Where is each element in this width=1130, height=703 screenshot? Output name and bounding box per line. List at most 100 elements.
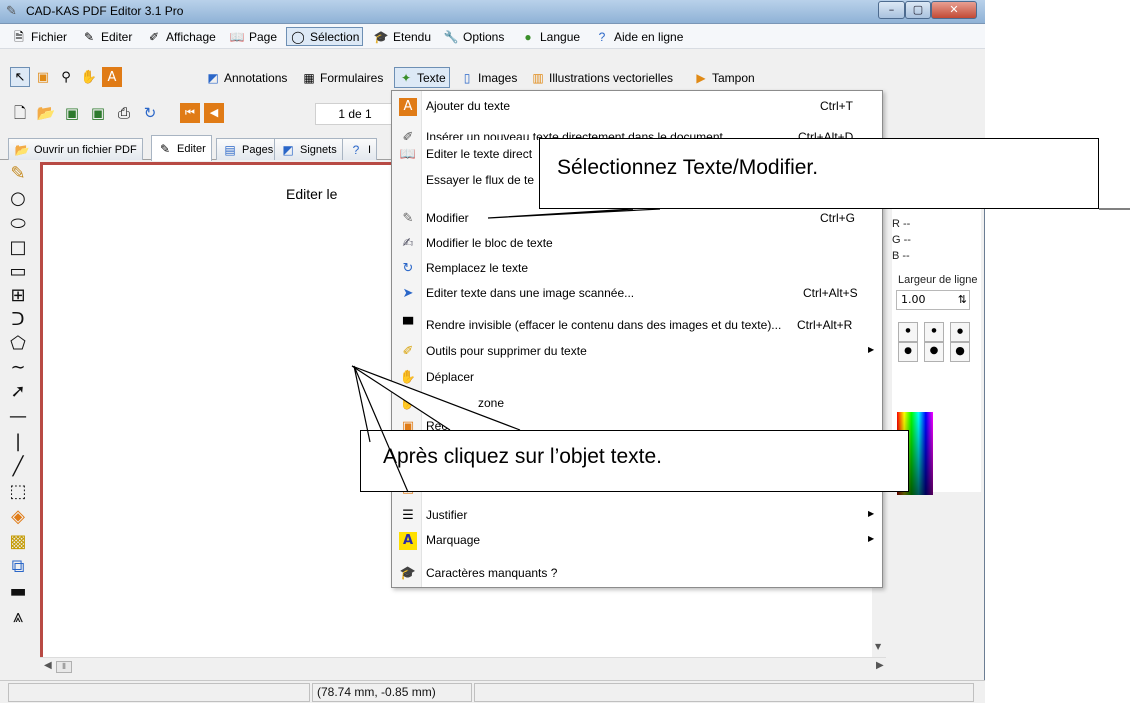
peak-tool[interactable]: ⩓	[6, 605, 30, 629]
maximize-button[interactable]: ▢	[905, 1, 931, 19]
close-button[interactable]: ✕	[931, 1, 977, 19]
frame-tool-button[interactable]: ▣	[33, 67, 53, 87]
tab-pages[interactable]: ▤ Pages	[216, 138, 280, 160]
zoom-tool-button[interactable]: ⚲	[56, 67, 76, 87]
dashed-select-icon: ⬚	[9, 481, 27, 502]
menu-item-zone[interactable]: ✋ zone	[392, 392, 882, 416]
text-tool-button[interactable]: A	[102, 67, 122, 87]
freeform-icon: ᑐ	[11, 309, 25, 330]
circle-tool[interactable]: ○	[6, 187, 30, 211]
refresh-button[interactable]: ↻	[140, 103, 160, 123]
menu-item-marquage[interactable]: A Marquage ▶	[392, 529, 882, 553]
category-formulaires[interactable]: ▦ Formulaires	[298, 67, 386, 88]
ellipse-icon: ⬭	[10, 213, 26, 234]
category-label: Texte	[417, 70, 446, 85]
eye-icon: ✐	[148, 29, 160, 44]
hat-icon: 🎓	[399, 566, 417, 581]
save-as-button[interactable]: ▣	[88, 103, 108, 123]
open-file-button[interactable]: 📂	[36, 103, 56, 123]
hand-icon: ✋	[80, 70, 98, 85]
tab-ouvrir[interactable]: 📂 Ouvrir un fichier PDF	[8, 138, 143, 160]
arrow-tool[interactable]: ➚	[6, 380, 30, 404]
menu-affichage[interactable]: ✐ Affichage	[143, 27, 219, 46]
square-icon: □	[9, 237, 27, 258]
menu-aide[interactable]: ? Aide en ligne	[591, 27, 686, 46]
minimize-button[interactable]: –	[878, 1, 905, 19]
menu-langue[interactable]: ● Langue	[517, 27, 583, 46]
fill-bucket-icon: ◈	[11, 506, 25, 527]
menu-item-remplacez[interactable]: ↻ Remplacez le texte	[392, 257, 882, 281]
ellipse-tool[interactable]: ⬭	[6, 212, 30, 236]
menu-editer[interactable]: ✎ Editer	[78, 27, 135, 46]
category-tampon[interactable]: ▶ Tampon	[690, 67, 758, 88]
crop-tool[interactable]: ⧉	[6, 555, 30, 579]
menu-fichier[interactable]: 🗎 Fichier	[8, 27, 70, 46]
bookmark-icon: ◩	[282, 142, 294, 157]
square-tool[interactable]: □	[6, 236, 30, 260]
table-tool[interactable]: ⊞	[6, 284, 30, 308]
menu-bar: 🗎 Fichier ✎ Editer ✐ Affichage 📖 Page ◯ Sélec…	[0, 24, 985, 49]
menu-item-ajouter-texte[interactable]: A Ajouter du texte Ctrl+T	[392, 95, 882, 119]
tab-signets[interactable]: ◩ Signets	[274, 138, 343, 160]
rectangle-tool[interactable]: ▭	[6, 260, 30, 284]
dot-small-1[interactable]: ●	[898, 322, 918, 342]
previous-page-button[interactable]: ◀	[204, 103, 224, 123]
new-file-button[interactable]: 🗋	[10, 103, 30, 123]
menu-item-caracteres-manquants[interactable]: 🎓 Caractères manquants ?	[392, 562, 882, 586]
dot-large-1[interactable]: ●	[898, 342, 918, 362]
callout-select-modifier: Sélectionnez Texte/Modifier.	[539, 138, 1099, 209]
dot-large-2[interactable]: ●	[924, 342, 944, 362]
menu-item-deplacer[interactable]: ✋ Déplacer	[392, 366, 882, 390]
tab-info[interactable]: ? I	[342, 138, 378, 160]
vertical-line-tool[interactable]: |	[6, 430, 30, 454]
pen-icon: ✎	[402, 211, 414, 226]
menu-item-justifier[interactable]: ☰ Justifier ▶	[392, 504, 882, 528]
menu-etendu[interactable]: 🎓 Etendu	[370, 27, 434, 46]
spinner-icon: ⇅	[957, 293, 967, 306]
menu-item-label: zone	[478, 396, 505, 410]
pattern-tool[interactable]: ▩	[6, 530, 30, 554]
line-width-input[interactable]: 1.00 ⇅	[896, 290, 970, 310]
thick-line-tool[interactable]: ▬	[6, 580, 30, 604]
diagonal-line-tool[interactable]: ╱	[6, 455, 30, 479]
menu-item-modifier[interactable]: ✎ Modifier Ctrl+G	[392, 207, 882, 231]
menu-item-modifier-bloc[interactable]: ✍ Modifier le bloc de texte	[392, 232, 882, 256]
menu-label: Sélection	[310, 29, 360, 44]
category-label: Formulaires	[320, 70, 384, 85]
dot-large-3[interactable]: ●	[950, 342, 970, 362]
fill-tool[interactable]: ◈	[6, 505, 30, 529]
category-texte[interactable]: ✦ Texte	[394, 67, 450, 88]
highlight-icon: A	[399, 532, 417, 550]
menu-page[interactable]: 📖 Page	[226, 27, 280, 46]
horizontal-line-icon: —	[9, 406, 27, 427]
document-icon: 🗎	[14, 29, 24, 44]
brush-tool[interactable]: ✎	[6, 162, 30, 186]
menu-item-outils-supprimer[interactable]: ✐ Outils pour supprimer du texte ▶	[392, 340, 882, 364]
tab-editer[interactable]: ✎ Editer	[151, 135, 212, 161]
category-images[interactable]: ▯ Images	[456, 67, 520, 88]
first-page-button[interactable]: ⏮	[180, 103, 200, 123]
menu-selection[interactable]: ◯ Sélection	[286, 27, 364, 46]
menu-options[interactable]: 🔧 Options	[440, 27, 507, 46]
dot-small-2[interactable]: ●	[924, 322, 944, 342]
dot-small-3[interactable]: ●	[950, 322, 970, 342]
select-tool-button[interactable]: ↖	[10, 67, 30, 87]
tab-label: I	[368, 143, 372, 156]
pen-icon: ✎	[159, 141, 171, 156]
polygon-tool[interactable]: ⬠	[6, 332, 30, 356]
freeform-tool[interactable]: ᑐ	[6, 308, 30, 332]
scroll-thumb[interactable]: ⦀	[56, 661, 72, 673]
canvas-text-object[interactable]: Editer le	[286, 186, 337, 202]
menu-item-rendre-invisible[interactable]: ▀ Rendre invisible (effacer le contenu d…	[392, 314, 882, 338]
page-indicator[interactable]: 1 de 1	[315, 103, 395, 125]
menu-item-editer-image-scannee[interactable]: ➤ Editer texte dans une image scannée...…	[392, 282, 882, 306]
print-button[interactable]: ⎙	[114, 103, 134, 123]
select-area-tool[interactable]: ⬚	[6, 480, 30, 504]
category-annotations[interactable]: ◩ Annotations	[202, 67, 290, 88]
category-illustrations[interactable]: ▥ Illustrations vectorielles	[527, 67, 676, 88]
horizontal-scrollbar[interactable]: ◀ ⦀ ▶	[40, 657, 886, 675]
save-button[interactable]: ▣	[62, 103, 82, 123]
horizontal-line-tool[interactable]: —	[6, 405, 30, 429]
hand-tool-button[interactable]: ✋	[79, 67, 99, 87]
curve-tool[interactable]: ∼	[6, 356, 30, 380]
